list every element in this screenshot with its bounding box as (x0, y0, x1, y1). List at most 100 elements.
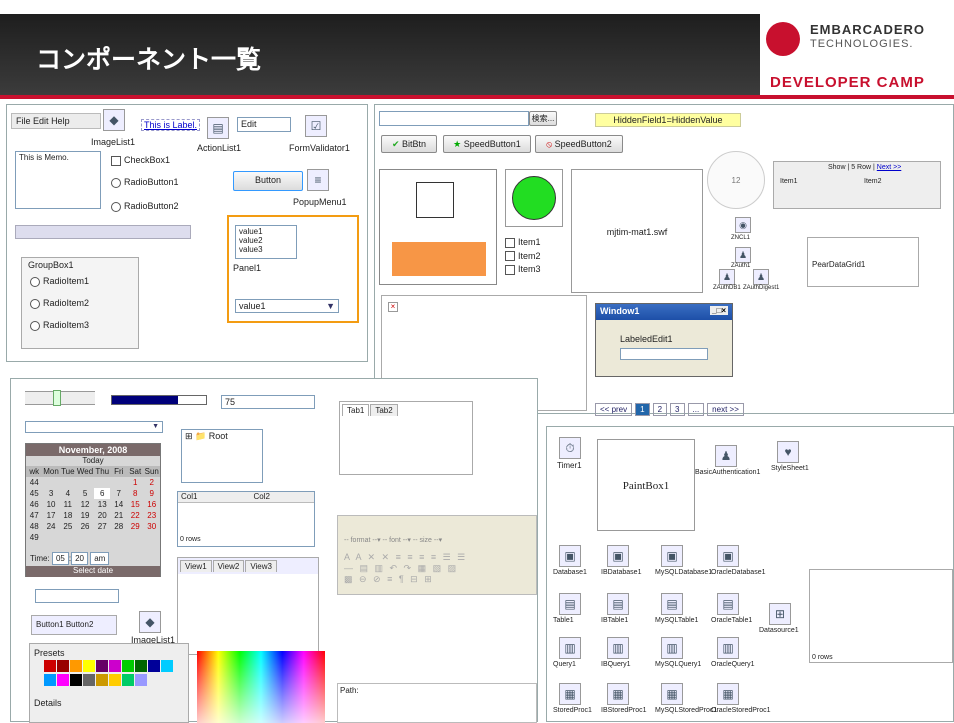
col-2[interactable]: Col2 (253, 492, 269, 501)
select-date-bar[interactable]: Select date (26, 566, 160, 577)
color-swatch[interactable] (135, 660, 147, 672)
empty-edit[interactable] (35, 589, 119, 603)
page-more[interactable]: ... (687, 403, 705, 416)
time-hours[interactable]: 05 (51, 552, 69, 565)
calendar-day[interactable]: 22 (127, 510, 143, 521)
calendar-day[interactable]: 3 (42, 488, 59, 499)
format-select[interactable]: -- format -- (344, 537, 377, 544)
calendar-day[interactable]: 26 (76, 521, 94, 532)
calendar-day[interactable]: 6 (94, 488, 111, 499)
speedbutton1[interactable]: ★ SpeedButton1 (443, 135, 531, 153)
calendar-day[interactable]: 10 (42, 499, 59, 510)
calendar-day[interactable]: 7 (110, 488, 126, 499)
page-3[interactable]: 3 (670, 403, 685, 416)
color-swatch[interactable] (109, 674, 121, 686)
tab-1[interactable]: Tab1 (342, 404, 370, 416)
color-swatch[interactable] (96, 660, 108, 672)
color-swatch[interactable] (96, 674, 108, 686)
calendar-grid[interactable]: wk Mon Tue Wed Thu Fri Sat Sun 44 1 2 45 3 4 5 6 7 8 9 46 10… (26, 466, 160, 543)
list-item[interactable]: value2 (239, 236, 293, 245)
speedbutton2[interactable]: ⦸ SpeedButton2 (535, 135, 623, 153)
color-swatch[interactable] (83, 660, 95, 672)
tab-view3[interactable]: View3 (245, 560, 277, 572)
color-swatch[interactable] (70, 660, 82, 672)
toolbar-button2[interactable]: Button2 (66, 620, 94, 629)
size-select[interactable]: -- size -- (413, 537, 439, 544)
col-1[interactable]: Col1 (181, 492, 197, 501)
check-item[interactable]: Item1 (505, 237, 565, 248)
check-item[interactable]: Item2 (505, 251, 565, 262)
calendar-day[interactable]: 16 (143, 499, 160, 510)
calendar-day[interactable]: 4 (60, 488, 76, 499)
tab-view2[interactable]: View2 (212, 560, 245, 572)
font-select[interactable]: -- font -- (383, 537, 408, 544)
radio-circle[interactable] (30, 276, 40, 287)
radio-circle[interactable] (111, 201, 121, 212)
tab-2[interactable]: Tab2 (370, 404, 398, 416)
page-2[interactable]: 2 (652, 403, 668, 416)
color-swatch[interactable] (122, 674, 134, 686)
check-item[interactable]: Item3 (505, 264, 565, 275)
calendar-day[interactable]: 30 (143, 521, 160, 532)
calendar-today[interactable]: Today (26, 456, 160, 466)
memo-field[interactable]: This is Memo. (15, 151, 101, 209)
radioitem-1[interactable]: RadioItem1 (30, 276, 89, 287)
toolbar[interactable]: Button1 Button2 (31, 615, 117, 635)
spin-edit[interactable]: 75 (221, 395, 315, 409)
calendar-day[interactable]: 5 (76, 488, 94, 499)
calendar-day[interactable]: 21 (110, 510, 126, 521)
bitbtn[interactable]: ✔ BitBtn (381, 135, 437, 153)
trackbar[interactable] (25, 390, 95, 406)
window-titlebar[interactable]: Window1 _□× (596, 304, 732, 320)
calendar-day[interactable]: 1 (127, 477, 143, 488)
color-picker[interactable]: Presets Details (29, 643, 189, 723)
calendar-day[interactable]: 12 (76, 499, 94, 510)
p4-datagrid[interactable]: 0 rows (809, 569, 953, 663)
view-tabs[interactable]: View1 View2 View3 (177, 557, 319, 655)
calendar-day[interactable]: 14 (110, 499, 126, 510)
view-tab-bar[interactable]: View1 View2 View3 (178, 558, 318, 574)
color-swatch[interactable] (161, 660, 173, 672)
next-link[interactable]: next >> (707, 403, 744, 416)
calendar-day[interactable]: 28 (110, 521, 126, 532)
grid-next-link[interactable]: Next >> (877, 164, 902, 171)
pagecontrol[interactable]: Tab1 Tab2 (339, 401, 473, 475)
page-tab-bar[interactable]: Tab1 Tab2 (340, 402, 472, 418)
checkbox1[interactable]: CheckBox1 (111, 155, 170, 166)
radio-circle[interactable] (111, 177, 121, 188)
window-controls-icon[interactable]: _□× (710, 306, 728, 315)
format-selects[interactable]: -- format --▾ -- font --▾ -- size --▾ (344, 536, 442, 544)
combo-box[interactable]: value1 ▼ (235, 299, 339, 313)
color-swatch[interactable] (57, 660, 69, 672)
time-minutes[interactable]: 20 (71, 552, 88, 565)
main-menu[interactable]: File Edit Help (11, 113, 101, 129)
listview-grid[interactable]: Col1 Col2 0 rows (177, 491, 315, 547)
calendar-day[interactable]: 15 (127, 499, 143, 510)
chevron-down-icon[interactable]: ▼ (326, 301, 335, 311)
calendar-day[interactable]: 18 (60, 510, 76, 521)
calendar-day[interactable]: 9 (143, 488, 160, 499)
rich-editor[interactable]: -- format --▾ -- font --▾ -- size --▾ A … (337, 515, 537, 595)
color-swatch[interactable] (70, 674, 82, 686)
time-row[interactable]: Time: 05:20 am (30, 552, 110, 565)
list-item[interactable]: value3 (239, 245, 293, 254)
radioitem-2[interactable]: RadioItem2 (30, 298, 89, 309)
color-swatch[interactable] (44, 674, 56, 686)
menu-help[interactable]: Help (51, 116, 70, 126)
page-1[interactable]: 1 (635, 403, 650, 416)
checklistbox[interactable]: Item1 Item2 Item3 (505, 237, 565, 285)
radio-circle[interactable] (30, 320, 40, 331)
prev-link[interactable]: << prev (595, 403, 633, 416)
treeview[interactable]: ⊞ 📁 Root (181, 429, 263, 483)
pagination[interactable]: << prev 1 2 3... next >> (595, 403, 795, 417)
listbox[interactable]: value1 value2 value3 (235, 225, 297, 259)
chevron-down-icon[interactable]: ▼ (152, 423, 159, 430)
calendar-day[interactable]: 20 (94, 510, 110, 521)
radioitem-3[interactable]: RadioItem3 (30, 320, 89, 331)
calendar-day[interactable]: 17 (42, 510, 59, 521)
calendar-day[interactable]: 27 (94, 521, 110, 532)
list-item[interactable]: value1 (239, 227, 293, 236)
scrollbar[interactable] (15, 225, 191, 239)
editor-toolbar-icons[interactable]: A A ✕ ✕ ≡ ≡ ≡ ≡ ☰ ☰ — ▤ ▥ ↶ ↷ ▦ ▧ ▨ ▩ ⊖ ⊘ … (344, 552, 467, 585)
color-swatch[interactable] (109, 660, 121, 672)
